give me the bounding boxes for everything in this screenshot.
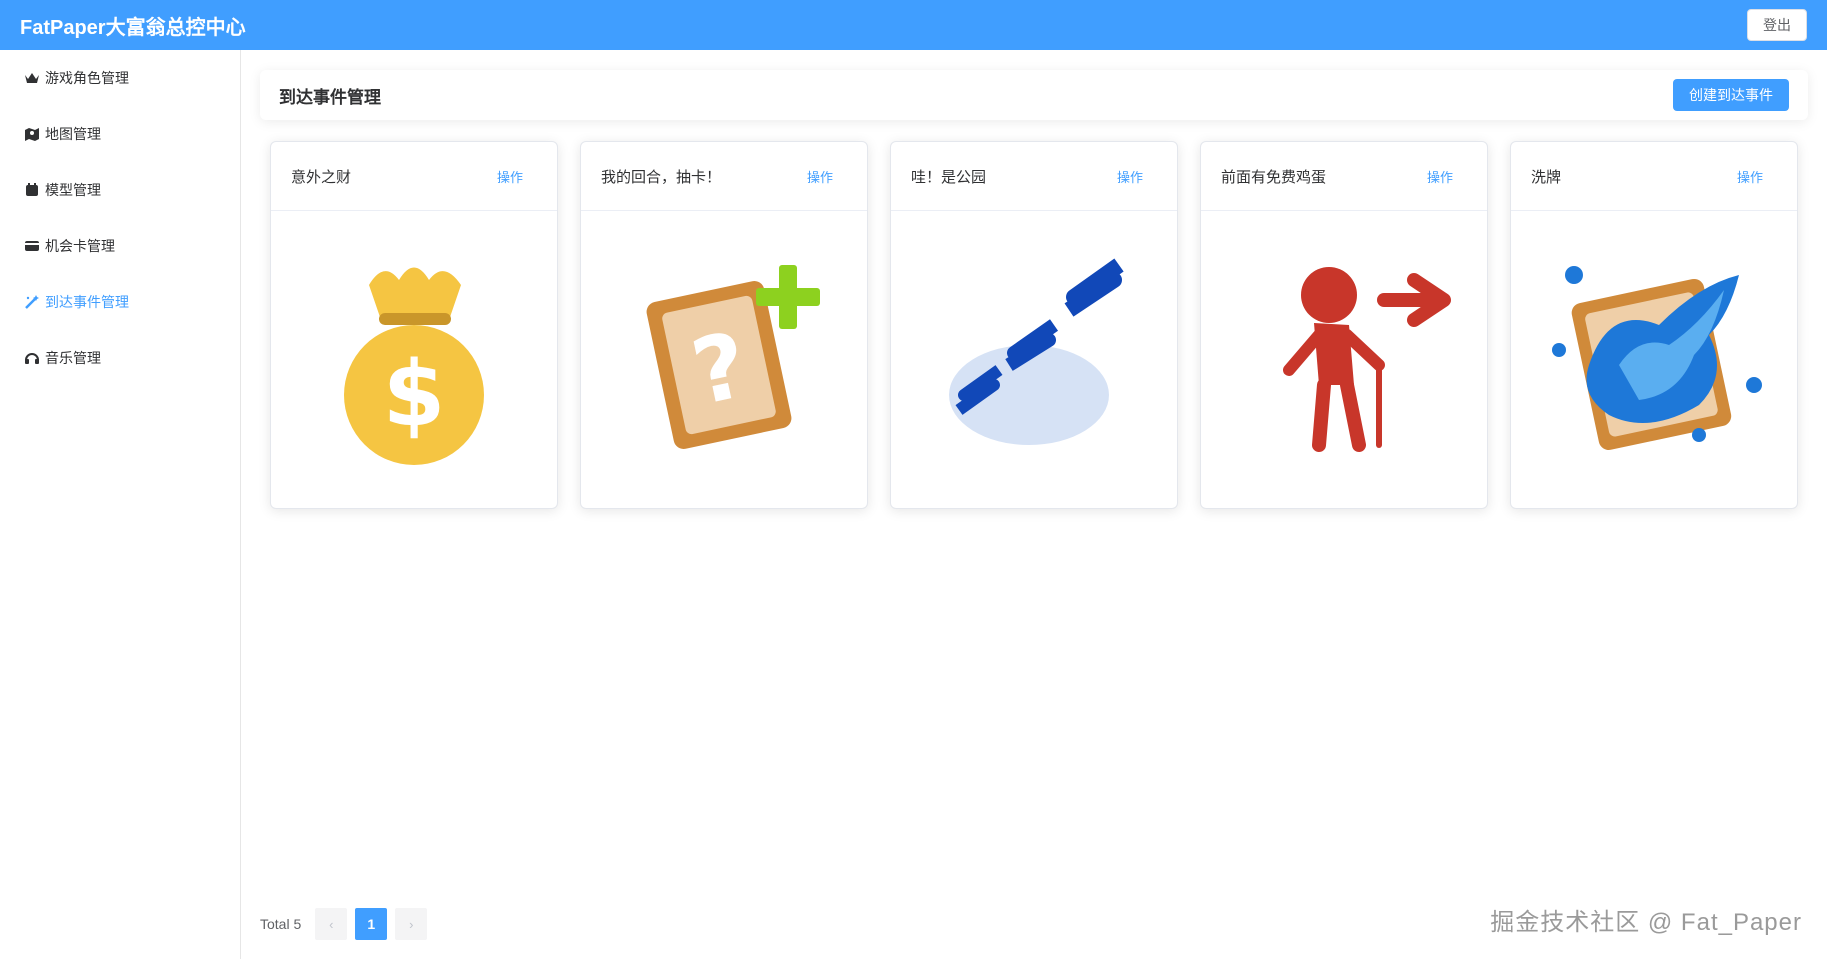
sidebar-item-roles[interactable]: 游戏角色管理	[0, 50, 240, 106]
card-image	[1201, 211, 1487, 508]
card-splash-icon	[1552, 265, 1762, 450]
headphones-icon	[23, 349, 41, 367]
sidebar-item-maps[interactable]: 地图管理	[0, 106, 240, 162]
card-operation-link[interactable]: 操作	[807, 167, 833, 186]
event-card: 洗牌 操作	[1510, 141, 1798, 509]
event-card: 我的回合，抽卡！ 操作 ?	[580, 141, 868, 509]
card-header: 前面有免费鸡蛋 操作	[1201, 142, 1487, 211]
next-page-button[interactable]: ›	[395, 908, 428, 940]
card-header: 哇！是公园 操作	[891, 142, 1177, 211]
card-title: 前面有免费鸡蛋	[1221, 168, 1327, 186]
sidebar-item-music[interactable]: 音乐管理	[0, 330, 240, 386]
logout-button[interactable]: 登出	[1747, 9, 1807, 41]
app-title: FatPaper大富翁总控中心	[20, 16, 246, 39]
card-operation-link[interactable]: 操作	[1427, 167, 1453, 186]
page-number-button[interactable]: 1	[355, 908, 388, 940]
card-header: 我的回合，抽卡！ 操作	[581, 142, 867, 211]
top-header: FatPaper大富翁总控中心 登出	[0, 0, 1827, 50]
box-icon	[23, 181, 41, 199]
card-image	[891, 211, 1177, 508]
card-image: ?	[581, 211, 867, 508]
sidebar-item-arrival-events[interactable]: 到达事件管理	[0, 274, 240, 330]
event-card: 前面有免费鸡蛋 操作	[1200, 141, 1488, 509]
sidebar-item-label: 模型管理	[45, 182, 101, 198]
magic-wand-icon	[23, 293, 41, 311]
event-card: 哇！是公园 操作	[890, 141, 1178, 509]
sidebar-item-label: 地图管理	[45, 126, 101, 142]
page-title: 到达事件管理	[279, 87, 381, 107]
card-operation-link[interactable]: 操作	[497, 167, 523, 186]
card-image: $	[271, 211, 557, 508]
sidebar: 游戏角色管理 地图管理 模型管理 机会卡管理 到达事件管理 音乐管理	[0, 50, 241, 959]
card-image	[1511, 211, 1797, 508]
event-card-list: 意外之财 操作 $ 我的回合，抽卡！ 操作 ? 哇！是公园 操作 前面有免费鸡蛋…	[270, 141, 1798, 509]
money-bag-icon: $	[344, 267, 484, 465]
page-header: 到达事件管理 创建到达事件	[260, 70, 1808, 120]
sidebar-item-label: 音乐管理	[45, 350, 101, 366]
card-title: 意外之财	[291, 168, 352, 186]
mystery-card-plus-icon: ?	[646, 264, 820, 449]
sidebar-item-label: 机会卡管理	[45, 238, 115, 254]
map-icon	[23, 125, 41, 143]
card-title: 哇！是公园	[911, 168, 987, 186]
event-card: 意外之财 操作 $	[270, 141, 558, 509]
pagination-total: Total 5	[260, 916, 302, 932]
sidebar-item-label: 到达事件管理	[45, 294, 129, 310]
crown-icon	[23, 69, 41, 87]
card-title: 洗牌	[1531, 168, 1562, 186]
sidebar-item-models[interactable]: 模型管理	[0, 162, 240, 218]
pagination: Total 5 ‹ 1 ›	[260, 908, 435, 940]
card-icon	[23, 237, 41, 255]
main-content: 到达事件管理 创建到达事件 意外之财 操作 $ 我的回合，抽卡！ 操作 ? 哇！…	[241, 50, 1827, 959]
svg-text:$: $	[383, 342, 446, 447]
card-operation-link[interactable]: 操作	[1117, 167, 1143, 186]
prev-page-button[interactable]: ‹	[315, 908, 348, 940]
sidebar-item-label: 游戏角色管理	[45, 70, 129, 86]
create-arrival-event-button[interactable]: 创建到达事件	[1673, 79, 1789, 111]
card-header: 洗牌 操作	[1511, 142, 1797, 211]
sleep-zzz-icon	[949, 257, 1124, 445]
watermark: 掘金技术社区 @ Fat_Paper	[1490, 909, 1802, 936]
card-title: 我的回合，抽卡！	[601, 168, 722, 186]
card-header: 意外之财 操作	[271, 142, 557, 211]
card-operation-link[interactable]: 操作	[1737, 167, 1763, 186]
sidebar-item-chance-cards[interactable]: 机会卡管理	[0, 218, 240, 274]
old-man-arrow-icon	[1283, 266, 1451, 452]
